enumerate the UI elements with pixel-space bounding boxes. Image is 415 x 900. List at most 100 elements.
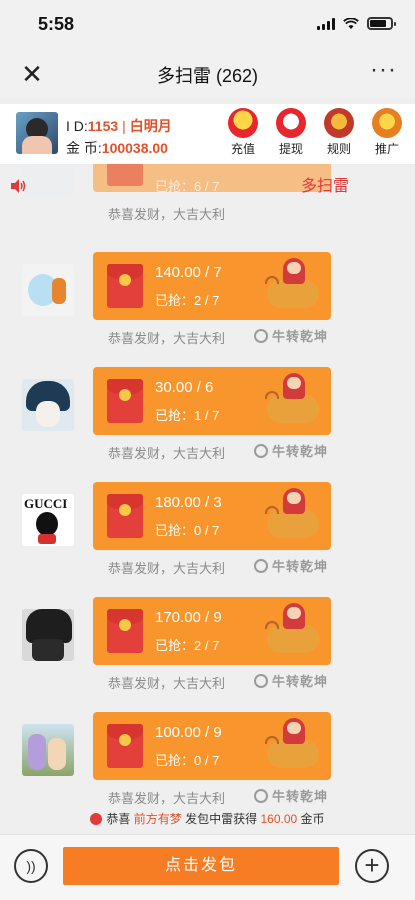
avatar: [22, 164, 74, 198]
ox-mascot-icon: [261, 486, 327, 546]
notice-value: 160.00: [260, 812, 298, 826]
partial-message: 已抢：6 / 7 恭喜发财，大吉大利: [0, 164, 415, 234]
withdraw-icon: [276, 108, 306, 138]
packet-amount: 100.00 / 9: [155, 724, 222, 741]
game-tag: 多扫雷: [300, 178, 349, 195]
plus-icon[interactable]: +: [355, 849, 389, 883]
blessing-text: 恭喜发财，大吉大利: [108, 676, 226, 691]
avatar[interactable]: [16, 112, 58, 154]
envelope-icon: [107, 609, 143, 653]
voice-icon[interactable]: )): [14, 849, 48, 883]
red-packet-game-screen: 5:58 ✕ 多扫雷 (262) ··· I D:1153 | 白明月 金 币:10…: [0, 0, 415, 900]
list-item: 100.00 / 9 已抢：0 / 7 恭喜发财，大吉大利 牛转乾坤: [0, 712, 415, 816]
user-info-bar: I D:1153 | 白明月 金 币:100038.00 充值 提现 规则 推广: [0, 104, 415, 164]
brand-text: 牛转乾坤: [272, 674, 329, 689]
brand-mark: 牛转乾坤: [254, 441, 328, 460]
withdraw-button[interactable]: 提现: [273, 108, 309, 157]
bottom-bar: )) 点击发包 +: [0, 834, 415, 900]
page-title: 多扫雷 (262): [156, 66, 259, 86]
brand-icon: [254, 329, 268, 343]
send-packet-button[interactable]: 点击发包: [63, 847, 339, 885]
separator: |: [122, 118, 126, 134]
recharge-button[interactable]: 充值: [225, 108, 261, 157]
speaker-icon[interactable]: [10, 178, 28, 194]
brand-mark: 牛转乾坤: [254, 556, 328, 575]
blessing-text: 恭喜发财，大吉大利: [108, 561, 226, 576]
avatar[interactable]: [22, 264, 74, 316]
user-id-line: I D:1153 | 白明月: [66, 116, 172, 136]
nav-bar: ✕ 多扫雷 (262) ···: [0, 50, 415, 98]
brand-mark: 牛转乾坤: [254, 326, 328, 345]
ox-mascot-icon: [261, 256, 327, 316]
avatar[interactable]: [22, 379, 74, 431]
notice-suffix: 金币: [300, 812, 325, 826]
grabbed-count: 已抢：0 / 7: [155, 753, 220, 768]
win-notice: 恭喜 前方有梦 发包中雷获得 160.00 金币: [0, 810, 415, 827]
coins-value: 100038.00: [101, 140, 168, 156]
recharge-icon: [228, 108, 258, 138]
recharge-label: 充值: [230, 142, 255, 156]
blessing-text: 恭喜发财，大吉大利: [108, 331, 226, 346]
brand-mark: 牛转乾坤: [254, 671, 328, 690]
ox-mascot-icon: [261, 601, 327, 661]
user-name: 白明月: [129, 118, 172, 134]
status-bar: 5:58: [0, 0, 415, 50]
blessing-text: 恭喜发财，大吉大利: [108, 791, 226, 806]
red-packet-bubble[interactable]: 180.00 / 3 已抢：0 / 7: [93, 482, 331, 550]
rules-icon: [324, 108, 354, 138]
brand-icon: [254, 444, 268, 458]
packet-amount: 170.00 / 9: [155, 609, 222, 626]
avatar[interactable]: [22, 724, 74, 776]
withdraw-label: 提现: [278, 142, 303, 156]
packet-amount: 180.00 / 3: [155, 494, 222, 511]
brand-icon: [254, 559, 268, 573]
coins-label: 金 币:: [66, 140, 102, 156]
packet-amount: 30.00 / 6: [155, 379, 214, 396]
brand-icon: [254, 789, 268, 803]
blessing-text: 恭喜发财，大吉大利: [108, 446, 226, 461]
list-item: 170.00 / 9 已抢：2 / 7 恭喜发财，大吉大利 牛转乾坤: [0, 597, 415, 701]
brand-icon: [254, 674, 268, 688]
promote-button[interactable]: 推广: [369, 108, 405, 157]
status-icons: [317, 17, 396, 30]
blessing-text: 恭喜发财，大吉大利: [108, 207, 226, 222]
promote-icon: [372, 108, 402, 138]
notice-user: 前方有梦: [133, 812, 182, 826]
status-time: 5:58: [38, 14, 75, 34]
envelope-icon: [107, 264, 143, 308]
envelope-icon: [107, 724, 143, 768]
battery-icon: [367, 17, 396, 30]
ox-mascot-icon: [261, 371, 327, 431]
user-id-value: 1153: [87, 118, 119, 134]
grabbed-count: 已抢：1 / 7: [155, 408, 220, 423]
ox-mascot-icon: [261, 716, 327, 776]
signal-icon: [317, 17, 335, 30]
rules-button[interactable]: 规则: [321, 108, 357, 157]
list-item: 140.00 / 7 已抢：2 / 7 恭喜发财，大吉大利 牛转乾坤: [0, 252, 415, 356]
notice-prefix: 恭喜: [106, 812, 131, 826]
rules-label: 规则: [326, 142, 351, 156]
red-packet-bubble[interactable]: 140.00 / 7 已抢：2 / 7: [93, 252, 331, 320]
avatar-text: GUCCI: [24, 496, 68, 511]
grabbed-count: 已抢：2 / 7: [155, 293, 220, 308]
avatar[interactable]: [22, 609, 74, 661]
coins-line: 金 币:100038.00: [66, 138, 168, 158]
envelope-icon: [107, 164, 143, 186]
packet-amount: 140.00 / 7: [155, 264, 222, 281]
grabbed-count: 已抢：6 / 7: [155, 179, 220, 194]
avatar[interactable]: GUCCI: [22, 494, 74, 546]
battery-level: [370, 20, 386, 27]
red-packet-bubble[interactable]: 170.00 / 9 已抢：2 / 7: [93, 597, 331, 665]
list-item: 30.00 / 6 已抢：1 / 7 恭喜发财，大吉大利 牛转乾坤: [0, 367, 415, 471]
list-item: GUCCI 180.00 / 3 已抢：0 / 7 恭喜发财，大吉大利 牛转乾坤: [0, 482, 415, 586]
brand-mark: 牛转乾坤: [254, 786, 328, 805]
more-icon[interactable]: ···: [370, 56, 397, 84]
brand-text: 牛转乾坤: [272, 329, 329, 344]
red-packet-bubble[interactable]: 30.00 / 6 已抢：1 / 7: [93, 367, 331, 435]
envelope-icon: [107, 494, 143, 538]
grabbed-count: 已抢：0 / 7: [155, 523, 220, 538]
red-packet-bubble[interactable]: 100.00 / 9 已抢：0 / 7: [93, 712, 331, 780]
envelope-icon: [107, 379, 143, 423]
grabbed-count: 已抢：2 / 7: [155, 638, 220, 653]
brand-text: 牛转乾坤: [272, 444, 329, 459]
